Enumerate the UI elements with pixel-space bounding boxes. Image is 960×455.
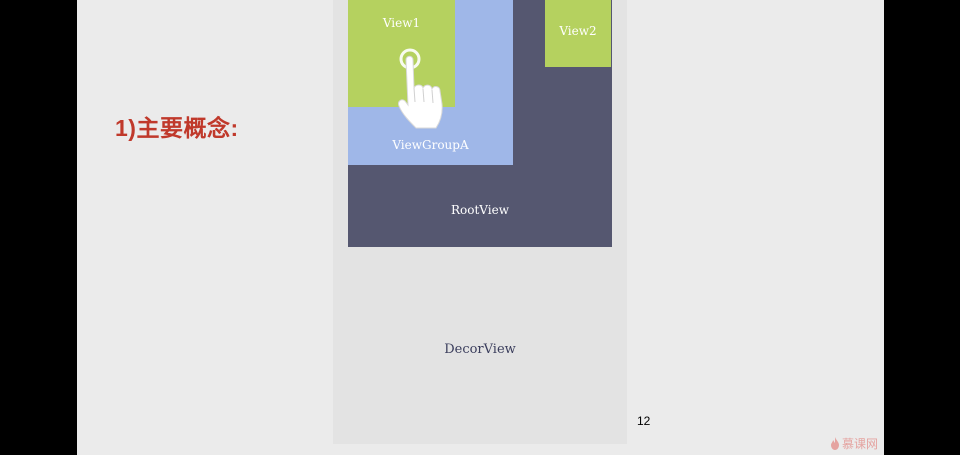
decor-view-box: View1 ViewGroupA View2 RootView DecorVie… <box>333 0 627 444</box>
watermark-text: 慕课网 <box>841 437 878 451</box>
page-number: 12 <box>637 414 651 428</box>
slide: 1)主要概念: View1 ViewGroupA View2 RootView … <box>77 0 884 455</box>
root-view-label: RootView <box>451 203 509 217</box>
root-view-box: View1 ViewGroupA View2 RootView <box>348 0 612 247</box>
view2-label: View2 <box>559 24 597 38</box>
view2-box: View2 <box>545 0 611 67</box>
tap-hand-icon <box>398 48 443 129</box>
view-group-a-box: View1 ViewGroupA <box>348 0 513 165</box>
slide-heading: 1)主要概念: <box>115 115 239 141</box>
flame-icon <box>830 437 839 450</box>
view-group-a-label: ViewGroupA <box>392 138 469 152</box>
decor-view-label: DecorView <box>444 342 516 357</box>
watermark: 慕课网 <box>830 435 878 452</box>
view1-label: View1 <box>382 16 421 30</box>
